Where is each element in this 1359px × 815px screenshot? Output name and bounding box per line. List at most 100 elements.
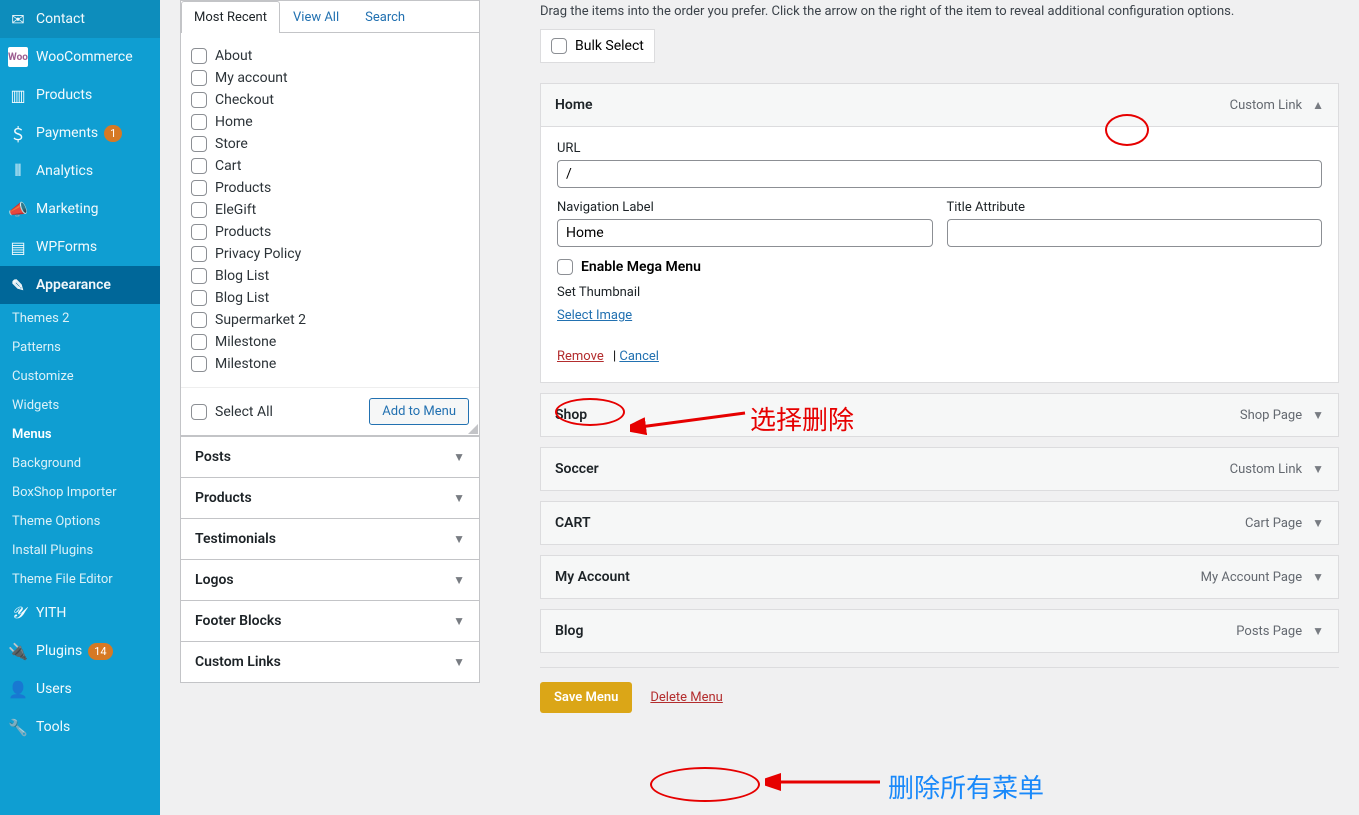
page-checkbox-row[interactable]: Store (191, 133, 469, 155)
page-checkbox[interactable] (191, 92, 207, 108)
page-checkbox[interactable] (191, 114, 207, 130)
page-checkbox-row[interactable]: Privacy Policy (191, 243, 469, 265)
page-checkbox-row[interactable]: Products (191, 177, 469, 199)
page-checkbox[interactable] (191, 202, 207, 218)
pages-tabs: Most Recent View All Search (181, 1, 479, 33)
sidebar-item-woocommerce[interactable]: WooWooCommerce (0, 38, 160, 76)
page-checkbox[interactable] (191, 180, 207, 196)
nav-label-input[interactable] (557, 219, 933, 247)
accordion-head-products[interactable]: Products▼ (180, 478, 480, 519)
sidebar-item-wpforms[interactable]: ▤WPForms (0, 228, 160, 266)
caret-up-icon[interactable]: ▲ (1312, 98, 1324, 112)
pages-checklist[interactable]: AboutMy accountCheckoutHomeStoreCartProd… (181, 33, 479, 387)
page-checkbox-row[interactable]: Cart (191, 155, 469, 177)
mega-menu-checkbox[interactable] (557, 259, 573, 275)
page-checkbox[interactable] (191, 224, 207, 240)
sidebar-item-marketing[interactable]: 📣Marketing (0, 190, 160, 228)
page-checkbox-row[interactable]: About (191, 45, 469, 67)
sidebar-item-analytics[interactable]: ⫴Analytics (0, 152, 160, 190)
menu-item-head[interactable]: SoccerCustom Link▼ (541, 448, 1338, 490)
menu-item-head[interactable]: ShopShop Page▼ (541, 394, 1338, 436)
subitem-widgets[interactable]: Widgets (0, 391, 160, 420)
caret-down-icon[interactable]: ▼ (1312, 516, 1324, 530)
tab-search[interactable]: Search (352, 1, 418, 33)
sidebar-item-tools[interactable]: 🔧Tools (0, 708, 160, 746)
accordion-head-testimonials[interactable]: Testimonials▼ (180, 519, 480, 560)
subitem-customize[interactable]: Customize (0, 362, 160, 391)
page-checkbox[interactable] (191, 312, 207, 328)
page-checkbox-row[interactable]: My account (191, 67, 469, 89)
subitem-boxshop-importer[interactable]: BoxShop Importer (0, 478, 160, 507)
sidebar-item-users[interactable]: 👤Users (0, 670, 160, 708)
page-checkbox[interactable] (191, 334, 207, 350)
payments-icon: ＄ (8, 123, 28, 143)
page-checkbox-row[interactable]: Milestone (191, 331, 469, 353)
select-all-row[interactable]: Select All (191, 401, 273, 423)
save-menu-button[interactable]: Save Menu (540, 682, 632, 713)
page-checkbox-row[interactable]: Supermarket 2 (191, 309, 469, 331)
subitem-menus[interactable]: Menus (0, 420, 160, 449)
subitem-patterns[interactable]: Patterns (0, 333, 160, 362)
page-checkbox[interactable] (191, 158, 207, 174)
add-to-menu-button[interactable]: Add to Menu (369, 398, 469, 425)
tab-most-recent[interactable]: Most Recent (181, 1, 280, 33)
page-checkbox[interactable] (191, 268, 207, 284)
woocommerce-icon: Woo (8, 47, 28, 67)
page-checkbox-row[interactable]: Milestone (191, 353, 469, 375)
page-checkbox[interactable] (191, 48, 207, 64)
page-checkbox-row[interactable]: Checkout (191, 89, 469, 111)
caret-down-icon[interactable]: ▼ (1312, 462, 1324, 476)
subitem-themes[interactable]: Themes 2 (0, 304, 160, 333)
delete-menu-link[interactable]: Delete Menu (650, 690, 722, 705)
page-checkbox[interactable] (191, 356, 207, 372)
remove-link[interactable]: Remove (557, 349, 604, 364)
accordion-head-custom-links[interactable]: Custom Links▼ (180, 642, 480, 683)
caret-down-icon[interactable]: ▼ (1312, 624, 1324, 638)
page-checkbox-row[interactable]: EleGift (191, 199, 469, 221)
page-label: About (215, 48, 252, 64)
page-label: My account (215, 70, 288, 86)
sidebar-item-payments[interactable]: ＄Payments1 (0, 114, 160, 152)
bulk-select-box[interactable]: Bulk Select (540, 29, 655, 63)
accordion-head-posts[interactable]: Posts▼ (180, 436, 480, 478)
page-checkbox[interactable] (191, 136, 207, 152)
resize-handle-icon[interactable] (467, 423, 479, 435)
bulk-select-checkbox[interactable] (551, 38, 567, 54)
brush-icon: ✎ (8, 275, 28, 295)
menu-item-head[interactable]: My AccountMy Account Page▼ (541, 556, 1338, 598)
caret-down-icon[interactable]: ▼ (1312, 570, 1324, 584)
accordion-head-logos[interactable]: Logos▼ (180, 560, 480, 601)
subitem-background[interactable]: Background (0, 449, 160, 478)
page-checkbox-row[interactable]: Products (191, 221, 469, 243)
mega-menu-row[interactable]: Enable Mega Menu (557, 259, 1322, 275)
caret-down-icon[interactable]: ▼ (1312, 408, 1324, 422)
url-input[interactable] (557, 160, 1322, 188)
sidebar-item-products[interactable]: ▥Products (0, 76, 160, 114)
accordion-head-footer-blocks[interactable]: Footer Blocks▼ (180, 601, 480, 642)
menu-item-head[interactable]: Home Custom Link▲ (541, 84, 1338, 126)
page-checkbox[interactable] (191, 246, 207, 262)
sidebar-item-contact[interactable]: ✉Contact (0, 0, 160, 38)
tab-view-all[interactable]: View All (280, 1, 352, 33)
select-image-link[interactable]: Select Image (557, 308, 632, 323)
page-label: Checkout (215, 92, 274, 108)
page-checkbox[interactable] (191, 70, 207, 86)
sidebar-item-yith[interactable]: 𝓨YITH (0, 594, 160, 632)
page-checkbox[interactable] (191, 290, 207, 306)
cancel-link[interactable]: Cancel (619, 349, 659, 364)
select-all-checkbox[interactable] (191, 404, 207, 420)
menu-item-head[interactable]: BlogPosts Page▼ (541, 610, 1338, 652)
subitem-theme-options[interactable]: Theme Options (0, 507, 160, 536)
title-attr-input[interactable] (947, 219, 1323, 247)
page-checkbox-row[interactable]: Home (191, 111, 469, 133)
menu-item-head[interactable]: CARTCart Page▼ (541, 502, 1338, 544)
subitem-theme-file-editor[interactable]: Theme File Editor (0, 565, 160, 594)
page-checkbox-row[interactable]: Blog List (191, 287, 469, 309)
sidebar-item-plugins[interactable]: 🔌Plugins14 (0, 632, 160, 670)
sidebar-item-appearance[interactable]: ✎Appearance (0, 266, 160, 304)
page-checkbox-row[interactable]: Blog List (191, 265, 469, 287)
menu-footer-actions: Save Menu Delete Menu (540, 667, 1339, 713)
menu-item: CARTCart Page▼ (540, 501, 1339, 545)
subitem-install-plugins[interactable]: Install Plugins (0, 536, 160, 565)
accordion-label: Posts (195, 449, 231, 465)
